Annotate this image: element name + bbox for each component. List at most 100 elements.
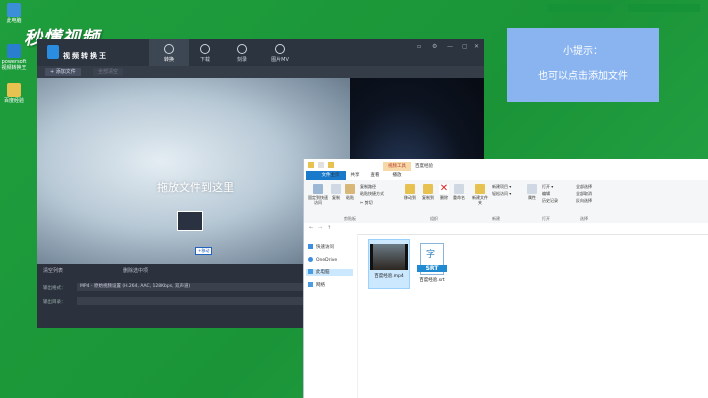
tip-body: 也可以点击添加文件 <box>538 71 628 82</box>
subtitle-file-icon: 字 SRT <box>417 243 447 275</box>
star-icon <box>308 244 313 249</box>
tip-box: 小提示： 也可以点击添加文件 <box>507 28 659 102</box>
properties-button[interactable]: 属性 <box>526 184 538 200</box>
remove-selected-button[interactable]: 删除选中项 <box>123 267 148 274</box>
menu-icon[interactable]: ▫ <box>417 43 421 50</box>
tab-burn[interactable]: 刻录 <box>222 39 262 66</box>
refresh-icon <box>164 44 174 54</box>
history-button[interactable]: 历史记录 <box>542 198 558 203</box>
clear-all-button[interactable]: 全部清空 <box>93 68 124 76</box>
add-file-button[interactable]: + 添加文件 <box>45 68 81 76</box>
output-format-label: 输出格式： <box>43 286 66 291</box>
close-icon[interactable]: ✕ <box>474 43 479 50</box>
forward-icon[interactable]: → <box>318 225 322 231</box>
open-button[interactable]: 打开 ▾ <box>542 184 553 189</box>
desktop-bar <box>548 4 612 12</box>
tab-convert[interactable]: 转换 <box>149 39 189 66</box>
button-label: 粘贴 <box>346 195 354 200</box>
copy-button[interactable]: 复制 <box>330 184 342 200</box>
pin-icon <box>313 184 323 194</box>
file-item-video[interactable]: 百度经验.mp4 <box>368 239 410 289</box>
edit-button[interactable]: 编辑 <box>542 191 550 196</box>
copy-to-icon <box>423 184 433 194</box>
output-dir-label: 输出目录： <box>43 300 66 305</box>
desktop-icon-label: 百度经验 <box>3 98 24 104</box>
folder-icon <box>7 83 21 97</box>
group-label: 打开 <box>542 216 550 221</box>
output-dir-input[interactable] <box>77 297 330 305</box>
paste-button[interactable]: 粘贴 <box>344 184 356 200</box>
group-label: 剪贴板 <box>344 216 356 221</box>
invert-selection-button[interactable]: 反向选择 <box>576 198 592 203</box>
new-item-button[interactable]: 新建项目 ▾ <box>492 184 511 189</box>
output-format-select[interactable]: MP4 - 原始视频设置 (H.264, AAC, 128Kbps, 双声道) <box>77 283 330 291</box>
ribbon: 固定到快速访问 复制 粘贴 复制路径 粘贴快捷方式 ✂ 剪切 移动到 复制到 ✕… <box>304 180 708 224</box>
tab-view[interactable]: 查看 <box>366 171 384 180</box>
button-label: 删除 <box>440 195 448 200</box>
move-to-icon <box>405 184 415 194</box>
computer-icon <box>308 269 313 274</box>
context-tab[interactable]: 视频工具 <box>383 162 411 171</box>
clear-list-button[interactable]: 清空列表 <box>43 267 63 274</box>
explorer-titlebar: 视频工具 百度经验 <box>304 159 708 171</box>
up-icon[interactable]: ↑ <box>327 225 331 231</box>
new-folder-icon <box>475 184 485 194</box>
easy-access-button[interactable]: 轻松访问 ▾ <box>492 191 511 196</box>
select-none-button[interactable]: 全部取消 <box>576 191 592 196</box>
tab-play[interactable]: 播放 <box>388 171 406 180</box>
tab-label: 下载 <box>199 57 210 63</box>
group-label: 新建 <box>492 216 500 221</box>
minimize-icon[interactable]: — <box>447 43 453 50</box>
cut-button[interactable]: ✂ 剪切 <box>360 200 373 205</box>
download-icon <box>200 44 210 54</box>
tip-title: 小提示： <box>563 46 603 57</box>
delete-button[interactable]: ✕ 删除 <box>438 184 450 200</box>
desktop-icon-computer[interactable]: 此电脑 <box>1 3 27 24</box>
group-label: 组织 <box>430 216 438 221</box>
tab-home[interactable]: 主页 <box>326 171 344 180</box>
tab-photo-mv[interactable]: 图片MV <box>260 39 300 66</box>
select-all-button[interactable]: 全部选择 <box>576 184 592 189</box>
address-bar[interactable]: ← → ↑ <box>304 223 708 235</box>
new-folder-icon[interactable] <box>328 162 334 168</box>
nav-label: 快速访问 <box>316 245 334 250</box>
file-name: 百度经验.mp4 <box>374 274 404 279</box>
paste-shortcut-button[interactable]: 粘贴快捷方式 <box>360 191 384 196</box>
desktop-bar <box>628 4 700 12</box>
copy-to-button[interactable]: 复制到 <box>420 184 436 200</box>
video-thumbnail <box>370 244 408 270</box>
desktop-icon-label: powersoft 视频转换王 <box>1 59 27 71</box>
delete-icon: ✕ <box>439 183 449 194</box>
new-folder-button[interactable]: 新建文件夹 <box>472 184 488 205</box>
button-label: 固定到快速访问 <box>308 195 328 205</box>
move-badge: +移动 <box>195 247 213 255</box>
group-label: 选择 <box>580 216 588 221</box>
converter-shortcut-icon <box>7 44 21 58</box>
properties-icon <box>527 184 537 194</box>
settings-icon[interactable]: ⚙ <box>432 43 437 50</box>
nav-quick-access[interactable]: 快速访问 <box>308 244 334 251</box>
rename-icon <box>454 184 464 194</box>
rename-button[interactable]: 重命名 <box>452 184 466 200</box>
tab-download[interactable]: 下载 <box>185 39 225 66</box>
pin-button[interactable]: 固定到快速访问 <box>308 184 328 205</box>
disc-icon <box>237 44 247 54</box>
explorer-title: 百度经验 <box>415 164 433 169</box>
nav-label: OneDrive <box>316 258 338 263</box>
properties-icon[interactable] <box>318 162 324 168</box>
nav-label: 此电脑 <box>316 270 330 275</box>
copy-path-button[interactable]: 复制路径 <box>360 184 376 189</box>
desktop-icon-folder[interactable]: 百度经验 <box>1 83 27 104</box>
move-to-button[interactable]: 移动到 <box>402 184 418 200</box>
nav-onedrive[interactable]: OneDrive <box>308 257 337 264</box>
tab-label: 转换 <box>163 57 174 63</box>
file-item-subtitle[interactable]: 字 SRT 百度经验.srt <box>412 239 452 287</box>
nav-this-pc[interactable]: 此电脑 <box>306 269 353 276</box>
nav-network[interactable]: 网络 <box>308 282 325 289</box>
drop-hint: 拖放文件到这里 <box>157 181 234 194</box>
app-name: 视频转换王 <box>63 52 108 60</box>
back-icon[interactable]: ← <box>309 225 313 231</box>
tab-share[interactable]: 共享 <box>346 171 364 180</box>
maximize-icon[interactable]: ▢ <box>462 43 468 50</box>
navigation-pane: 快速访问 OneDrive 此电脑 网络 <box>304 234 358 398</box>
